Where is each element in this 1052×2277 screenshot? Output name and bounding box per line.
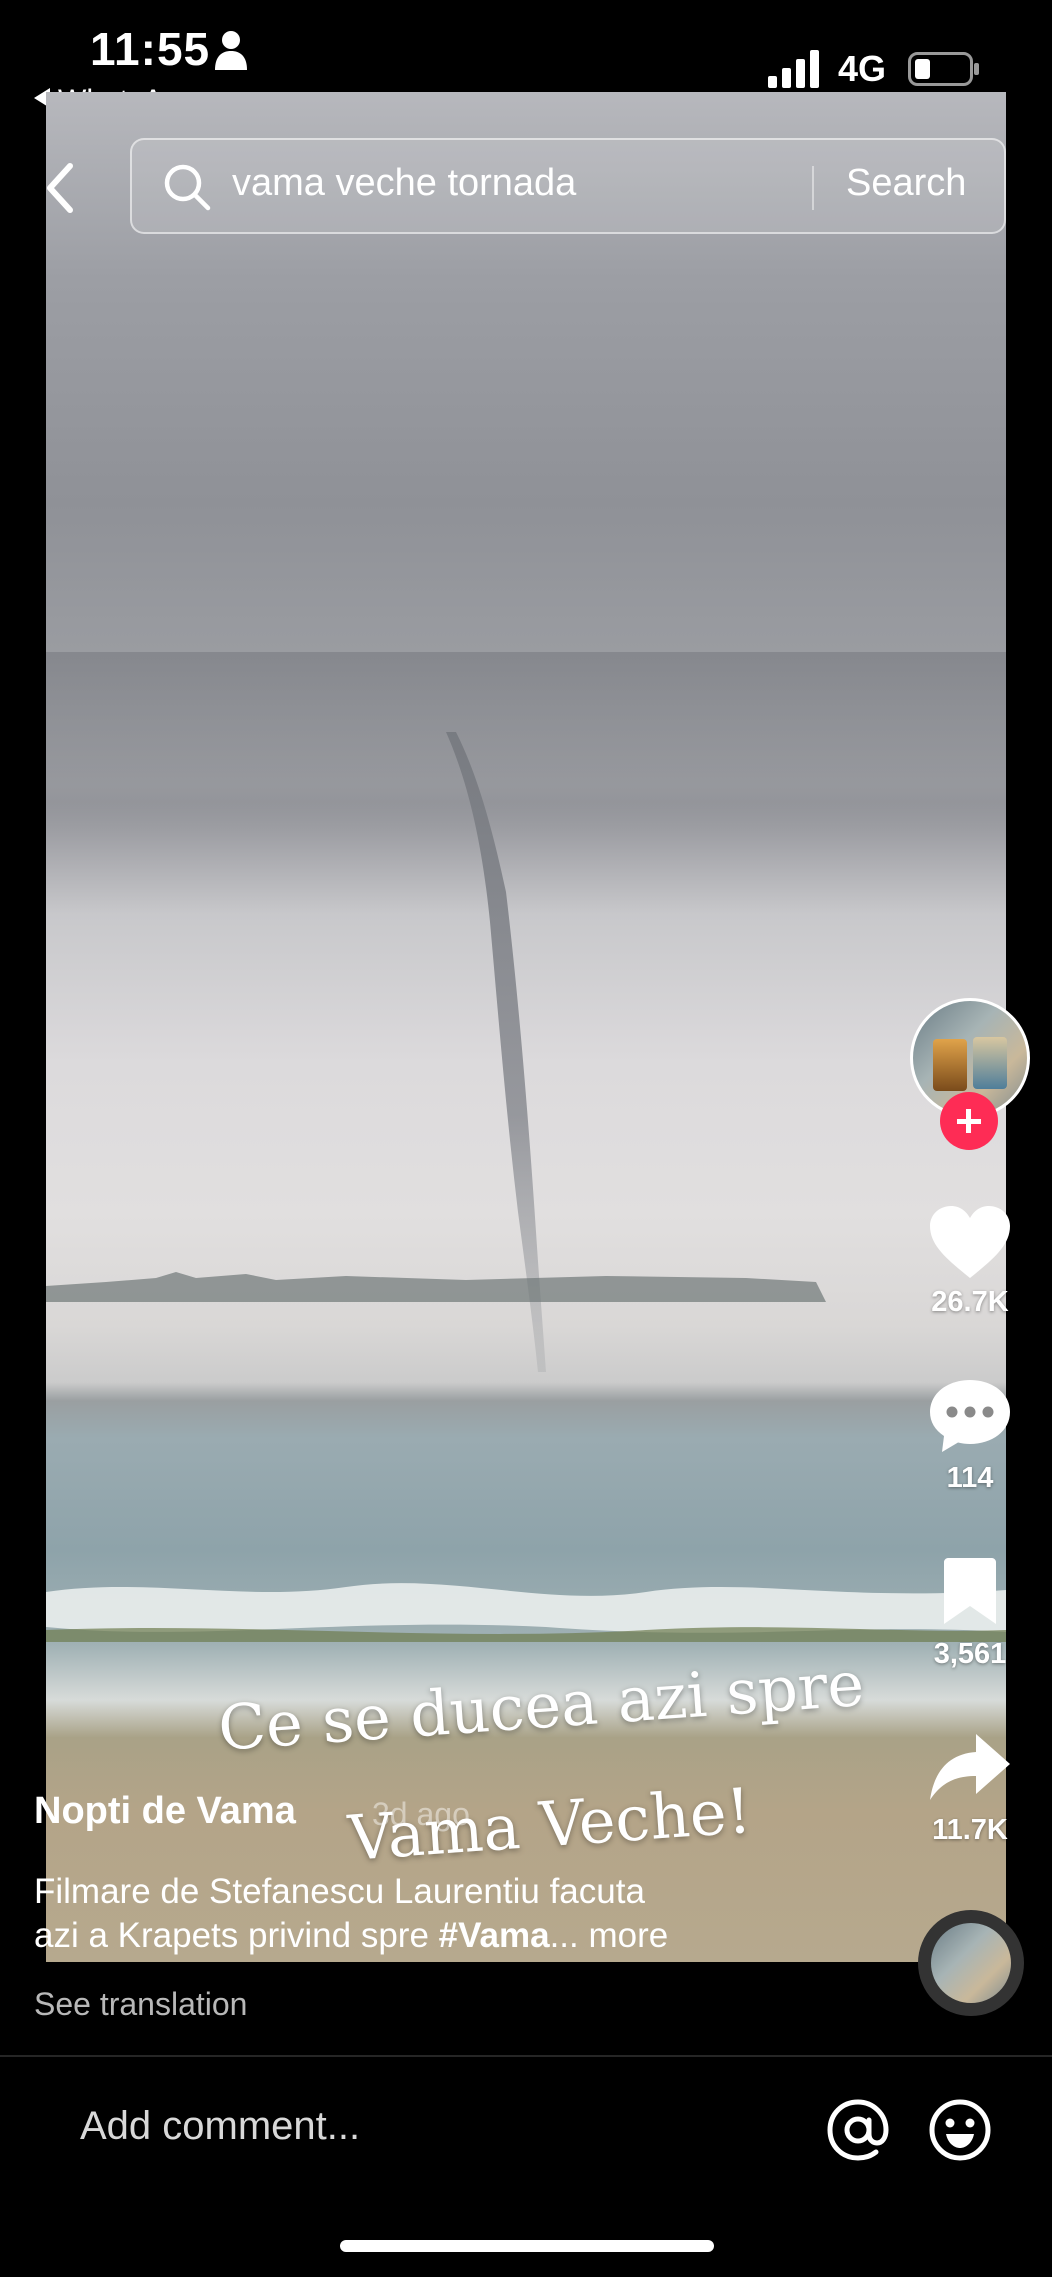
cellular-signal-icon — [768, 50, 819, 88]
like-count: 26.7K — [931, 1286, 1009, 1318]
breaking-waves — [46, 1583, 1006, 1642]
follow-plus-button[interactable] — [940, 1092, 998, 1150]
bookmark-icon[interactable] — [940, 1558, 1000, 1626]
description-line1: Filmare de Stefanescu Laurentiu facuta — [34, 1872, 645, 1911]
home-indicator[interactable] — [340, 2240, 714, 2252]
status-bar: 11:55 WhatsApp 4G — [0, 0, 1052, 117]
comment-bar-divider — [0, 2055, 1052, 2057]
heart-icon[interactable] — [928, 1204, 1012, 1280]
person-icon — [215, 31, 247, 70]
avatar-image-detail — [973, 1037, 1007, 1089]
hashtag-link[interactable]: #Vama — [439, 1916, 550, 1955]
emoji-face-icon[interactable] — [928, 2098, 992, 2162]
see-translation-link[interactable]: See translation — [34, 1986, 247, 2023]
music-disc[interactable] — [918, 1910, 1024, 2016]
author-name[interactable]: Nopti de Vama — [34, 1790, 296, 1833]
status-time: 11:55 — [90, 23, 211, 75]
battery-icon — [908, 52, 979, 86]
description-line2-text: azi a Krapets privind spre — [34, 1916, 439, 1955]
distant-coastline — [46, 1272, 826, 1302]
search-button[interactable]: Search — [846, 162, 966, 205]
search-bar[interactable]: vama veche tornada Search — [130, 138, 1006, 234]
more-link[interactable]: more — [579, 1916, 668, 1955]
avatar-image-detail — [933, 1039, 967, 1091]
search-input[interactable]: vama veche tornada — [232, 162, 576, 205]
video-caption-line1: Ce se ducea azi spre — [216, 1646, 867, 1765]
description-line2: azi a Krapets privind spre #Vama... more — [34, 1914, 834, 1958]
mention-at-icon[interactable] — [826, 2098, 890, 2162]
video-player[interactable]: Ce se ducea azi spre Vama Veche! — [46, 92, 1006, 1962]
ellipsis: ... — [549, 1916, 579, 1955]
search-icon — [164, 164, 211, 211]
post-age: 3d ago — [372, 1796, 470, 1832]
save-count: 3,561 — [933, 1638, 1007, 1670]
comment-bubble-icon[interactable] — [928, 1378, 1012, 1454]
back-chevron-icon[interactable] — [40, 160, 80, 216]
comment-count: 114 — [946, 1462, 994, 1494]
add-comment-input[interactable]: Add comment... — [80, 2104, 360, 2149]
search-divider — [812, 166, 814, 210]
post-description: Filmare de Stefanescu Laurentiu facuta a… — [34, 1870, 834, 1958]
music-disc-cover — [931, 1923, 1011, 2003]
network-type: 4G — [838, 48, 887, 89]
share-count: 11.7K — [932, 1814, 1008, 1846]
share-arrow-icon[interactable] — [928, 1730, 1012, 1804]
